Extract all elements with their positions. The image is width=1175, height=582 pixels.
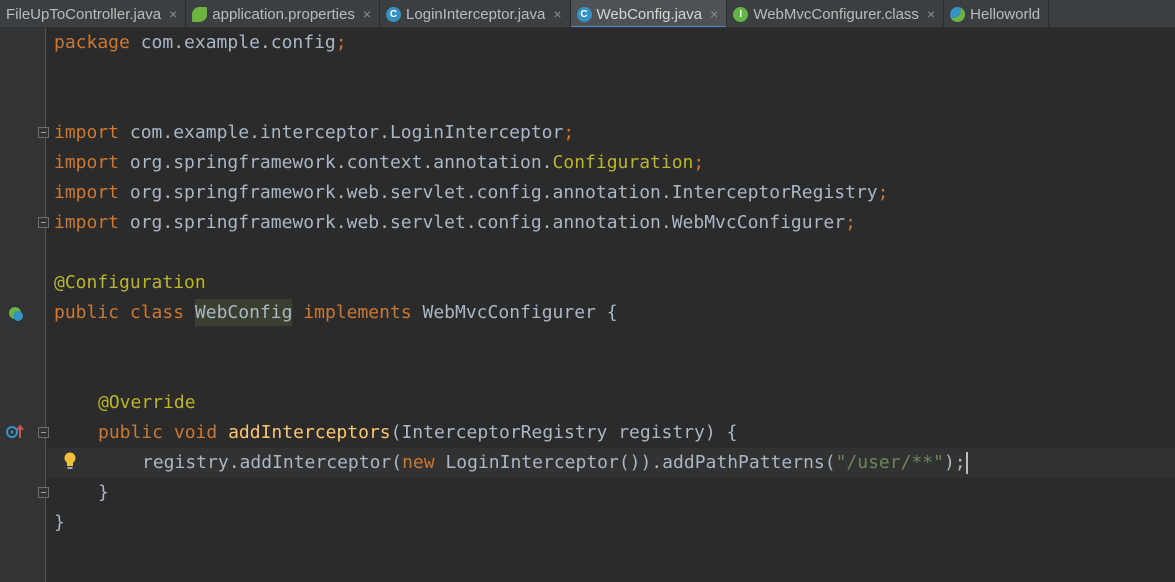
override-marker-icon[interactable] bbox=[5, 424, 25, 440]
close-icon[interactable]: × bbox=[710, 6, 718, 22]
editor-gutter bbox=[0, 28, 49, 582]
code-line-current: registry.addInterceptor(new LoginInterce… bbox=[47, 448, 1175, 478]
spring-boot-class-icon bbox=[950, 6, 966, 22]
code-line: @Override bbox=[98, 392, 196, 413]
code-line: @Configuration bbox=[54, 272, 206, 293]
code-line: public class WebConfig implements WebMvc… bbox=[47, 298, 1175, 328]
code-line: import org.springframework.web.servlet.c… bbox=[54, 182, 889, 203]
tab-application-properties[interactable]: application.properties × bbox=[186, 0, 381, 27]
interface-icon: I bbox=[733, 6, 749, 22]
tab-webmvcconfigurer[interactable]: I WebMvcConfigurer.class × bbox=[727, 0, 945, 27]
spring-leaf-icon bbox=[192, 6, 208, 22]
code-editor[interactable]: package com.example.config; import com.e… bbox=[47, 28, 1175, 582]
spring-bean-icon[interactable] bbox=[7, 305, 25, 323]
close-icon[interactable]: × bbox=[169, 6, 177, 22]
tab-webconfig[interactable]: C WebConfig.java × bbox=[570, 0, 728, 27]
close-icon[interactable]: × bbox=[553, 6, 561, 22]
code-line: package com.example.config; bbox=[54, 32, 347, 53]
intention-lightbulb-icon[interactable] bbox=[63, 452, 77, 470]
code-line: import org.springframework.web.servlet.c… bbox=[54, 212, 856, 233]
code-line: public void addInterceptors(InterceptorR… bbox=[98, 422, 738, 443]
class-icon: C bbox=[576, 6, 592, 22]
text-caret bbox=[965, 452, 968, 474]
code-line: } bbox=[98, 482, 109, 503]
tab-label: LoginInterceptor.java bbox=[406, 5, 546, 23]
tab-label: application.properties bbox=[212, 5, 355, 23]
code-line: } bbox=[54, 512, 65, 533]
tab-label: FileUpToController.java bbox=[6, 5, 162, 23]
tab-label: WebConfig.java bbox=[596, 5, 703, 23]
tab-logininterceptor[interactable]: C LoginInterceptor.java × bbox=[380, 0, 571, 27]
tab-fileuptocontroller[interactable]: FileUpToController.java × bbox=[0, 0, 187, 27]
class-icon: C bbox=[386, 6, 402, 22]
tab-helloworld[interactable]: Helloworld bbox=[944, 0, 1050, 27]
tab-label: WebMvcConfigurer.class bbox=[753, 5, 919, 23]
close-icon[interactable]: × bbox=[927, 6, 935, 22]
code-line: import com.example.interceptor.LoginInte… bbox=[54, 122, 575, 143]
close-icon[interactable]: × bbox=[363, 6, 371, 22]
class-name-highlight: WebConfig bbox=[194, 299, 293, 326]
tab-label: Helloworld bbox=[970, 5, 1041, 23]
editor-tab-bar: FileUpToController.java × application.pr… bbox=[0, 0, 1175, 28]
code-line: import org.springframework.context.annot… bbox=[54, 152, 705, 173]
